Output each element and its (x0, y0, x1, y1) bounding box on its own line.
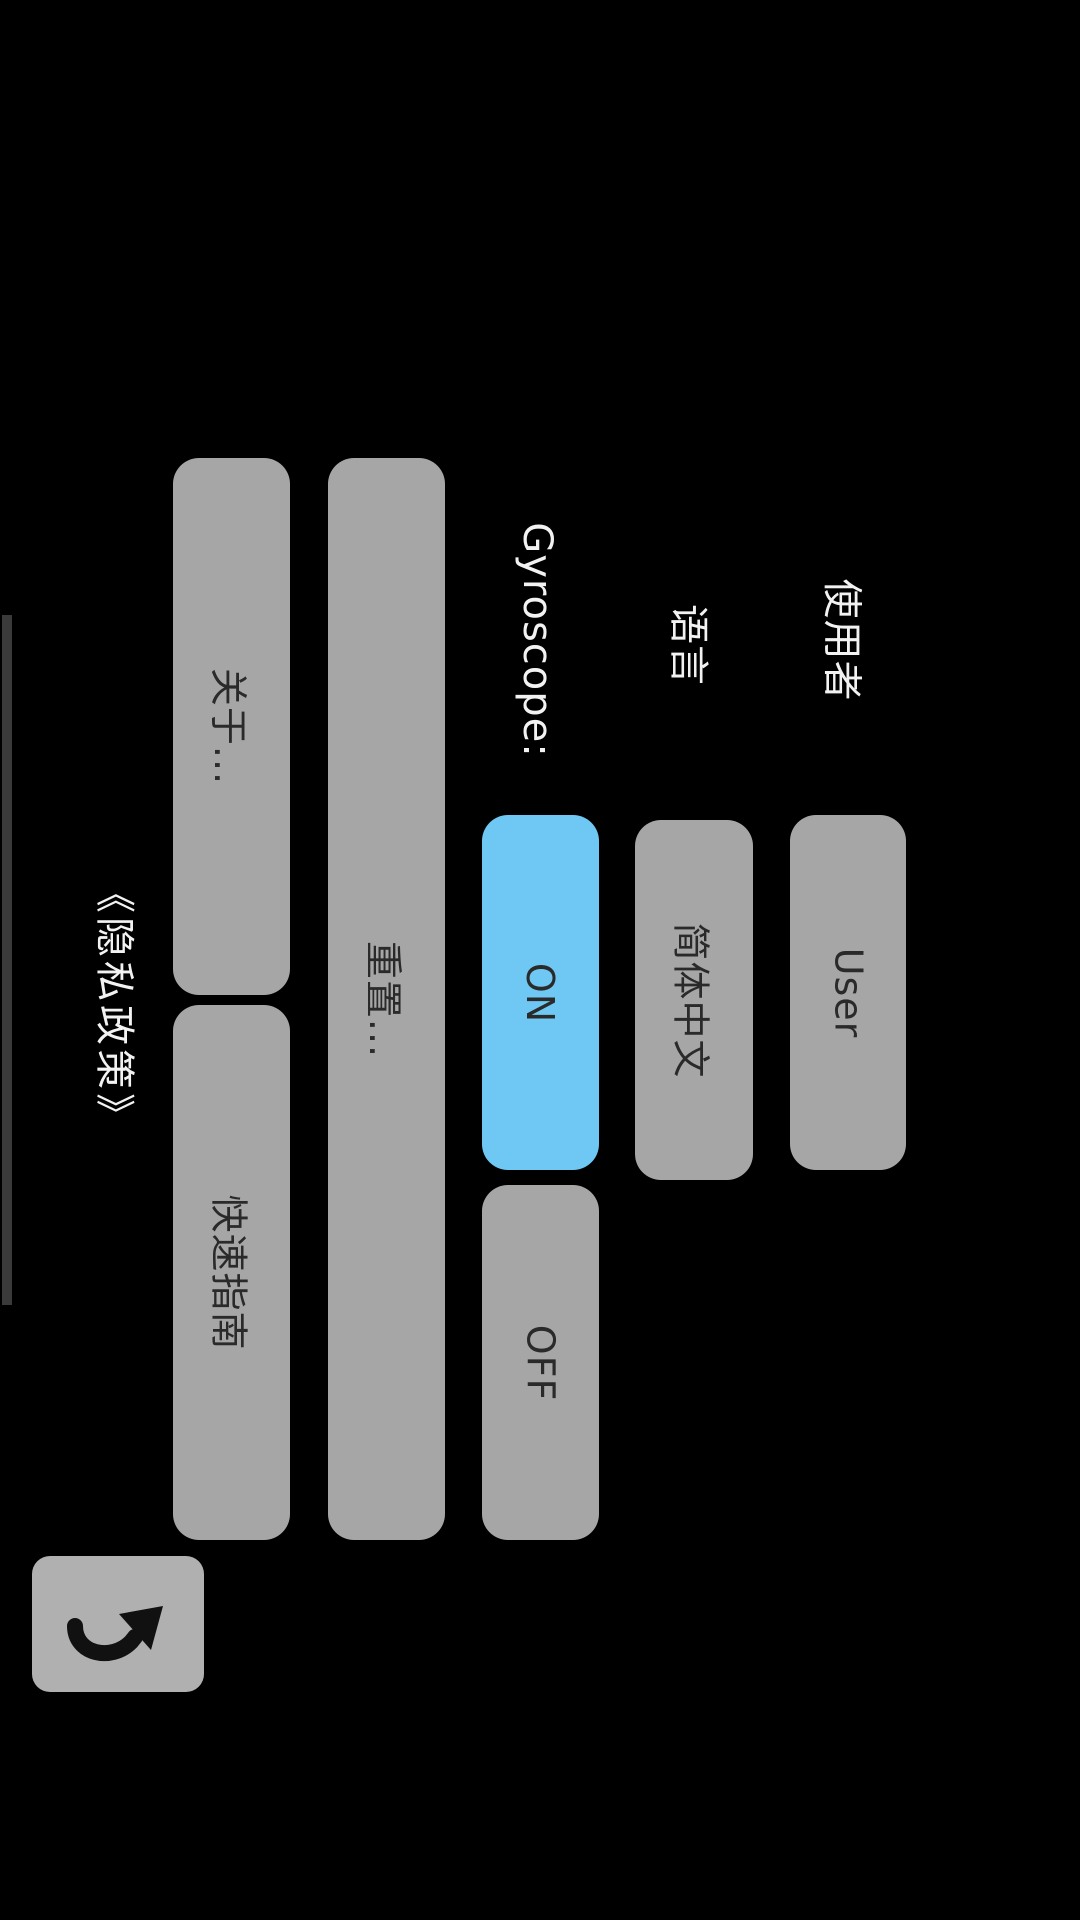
language-button-label: 简体中文 (668, 921, 713, 1079)
privacy-policy-text: 《隐私政策》 (91, 873, 137, 1137)
privacy-policy-link[interactable]: 《隐私政策》 (78, 870, 158, 1140)
quick-guide-button-label: 快速指南 (206, 1194, 251, 1351)
settings-screen: 使用者 User 语言 简体中文 Gyroscope: ON OFF 重置...… (0, 0, 1080, 1920)
user-label-text: 使用者 (818, 578, 864, 702)
language-label-text: 语言 (665, 604, 711, 686)
edge-divider (2, 615, 12, 1305)
gyroscope-label-text: Gyroscope: (514, 522, 560, 758)
gyroscope-on-button[interactable]: ON (482, 815, 599, 1170)
gyroscope-on-label: ON (518, 962, 563, 1023)
user-button-label: User (826, 947, 870, 1038)
user-button[interactable]: User (790, 815, 906, 1170)
language-label: 语言 (652, 595, 732, 695)
user-label: 使用者 (805, 565, 885, 715)
back-button[interactable] (32, 1556, 204, 1692)
about-button[interactable]: 关于... (173, 458, 290, 995)
reset-button[interactable]: 重置... (328, 458, 445, 1540)
gyroscope-off-button[interactable]: OFF (482, 1185, 599, 1540)
about-button-label: 关于... (206, 667, 250, 786)
language-button[interactable]: 简体中文 (635, 820, 753, 1180)
reset-button-label: 重置... (361, 940, 405, 1058)
return-arrow-icon (67, 1606, 163, 1662)
quick-guide-button[interactable]: 快速指南 (173, 1005, 290, 1540)
gyroscope-label: Gyroscope: (497, 522, 577, 758)
gyroscope-off-label: OFF (518, 1324, 563, 1401)
